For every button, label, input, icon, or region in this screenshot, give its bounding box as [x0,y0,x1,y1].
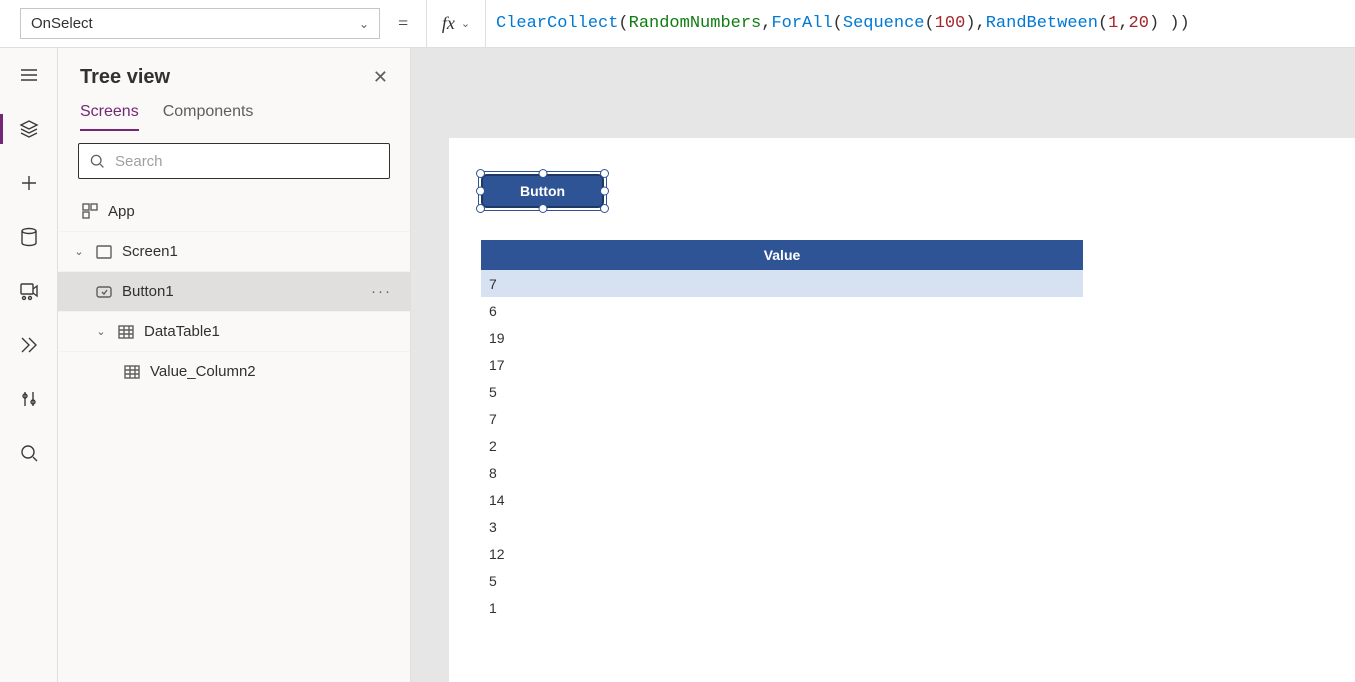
datatable-row[interactable]: 14 [481,486,1083,513]
tree-item-button1[interactable]: Button1 ··· [58,271,410,311]
tab-components[interactable]: Components [163,103,254,131]
search-icon [19,443,39,463]
chevron-down-icon: ⌄ [461,17,470,30]
datatable-row[interactable]: 3 [481,513,1083,540]
formula-token-punc: ), [965,14,985,33]
datatable-header[interactable]: Value [481,240,1083,270]
tree-item-label: App [108,203,135,220]
formula-token-punc: ( [1098,14,1108,33]
formula-token-num: 20 [1129,14,1149,33]
tree-item-app[interactable]: App [58,191,410,231]
button-control-selection[interactable]: Button [481,174,604,208]
formula-token-num: 100 [935,14,966,33]
chevron-down-icon: ⌄ [94,325,108,338]
datatable-row[interactable]: 5 [481,567,1083,594]
formula-token-punc: , [761,14,771,33]
datatable-row[interactable]: 2 [481,432,1083,459]
screen-icon [94,244,114,260]
datatable-row[interactable]: 17 [481,351,1083,378]
datatable-control[interactable]: Value 76191757281431251 [481,240,1083,621]
equals-sign: = [380,0,426,47]
tree-view-panel: Tree view ✕ Screens Components App ⌄ [58,48,411,682]
datatable-row[interactable]: 1 [481,594,1083,621]
layers-icon [19,119,39,139]
button-control-icon [94,284,114,300]
database-icon [19,227,39,247]
left-icon-rail [0,48,58,682]
screen-canvas[interactable]: Button Value 76191757281431251 [449,138,1355,682]
formula-token-punc: ( [833,14,843,33]
datatable-row[interactable]: 12 [481,540,1083,567]
tree-list: App ⌄ Screen1 Button1 ··· ⌄ [58,191,410,682]
tree-item-label: Button1 [122,283,174,300]
formula-token-punc: , [1118,14,1128,33]
tree-item-label: DataTable1 [144,323,220,340]
canvas-area[interactable]: Button Value 76191757281431251 [411,48,1355,682]
formula-token-num: 1 [1108,14,1118,33]
tree-item-label: Screen1 [122,243,178,260]
formula-token-fn: RandBetween [986,14,1098,33]
plus-icon [19,173,39,193]
data-button[interactable] [0,210,58,264]
tree-search-input[interactable] [113,152,379,171]
tree-view-title: Tree view [80,66,170,89]
datatable-row[interactable]: 7 [481,405,1083,432]
datatable-icon [116,324,136,340]
formula-token-punc: ( [925,14,935,33]
formula-input[interactable]: ClearCollect( RandomNumbers, ForAll( Seq… [486,0,1355,47]
button-control[interactable]: Button [481,174,604,208]
close-icon[interactable]: ✕ [373,67,388,88]
insert-button[interactable] [0,156,58,210]
hamburger-button[interactable] [0,48,58,102]
datatable-row[interactable]: 7 [481,270,1083,297]
datatable-body: 76191757281431251 [481,270,1083,621]
property-select[interactable]: OnSelect ⌄ [20,8,380,39]
tree-item-datatable1[interactable]: ⌄ DataTable1 [58,311,410,351]
more-icon[interactable]: ··· [371,283,392,300]
tab-screens[interactable]: Screens [80,103,139,131]
datatable-row[interactable]: 8 [481,459,1083,486]
tree-item-label: Value_Column2 [150,363,256,380]
column-icon [122,364,142,380]
settings-button[interactable] [0,372,58,426]
media-button[interactable] [0,264,58,318]
power-automate-button[interactable] [0,318,58,372]
tree-search[interactable] [78,143,390,179]
tree-view-button[interactable] [0,102,58,156]
search-icon [89,153,105,169]
formula-token-punc: ( [618,14,628,33]
formula-bar: OnSelect ⌄ = fx ⌄ ClearCollect( RandomNu… [0,0,1355,48]
hamburger-icon [19,65,39,85]
chevron-down-icon: ⌄ [359,17,369,31]
datatable-row[interactable]: 5 [481,378,1083,405]
tree-item-screen1[interactable]: ⌄ Screen1 [58,231,410,271]
datatable-row[interactable]: 6 [481,297,1083,324]
tree-item-value-column[interactable]: Value_Column2 [58,351,410,391]
fx-expand-button[interactable]: fx ⌄ [426,0,486,47]
tree-tabs: Screens Components [58,95,410,131]
formula-token-punc: ) )) [1149,14,1190,33]
sliders-icon [19,389,39,409]
app-icon [80,203,100,219]
formula-token-fn: Sequence [843,14,925,33]
chevron-down-icon: ⌄ [72,245,86,258]
fx-icon: fx [442,13,455,34]
formula-token-id: RandomNumbers [629,14,762,33]
media-icon [19,281,39,301]
property-select-value: OnSelect [31,15,93,32]
flow-icon [19,335,39,355]
datatable-row[interactable]: 19 [481,324,1083,351]
search-button[interactable] [0,426,58,480]
formula-token-fn: ForAll [771,14,832,33]
formula-token-fn: ClearCollect [496,14,618,33]
